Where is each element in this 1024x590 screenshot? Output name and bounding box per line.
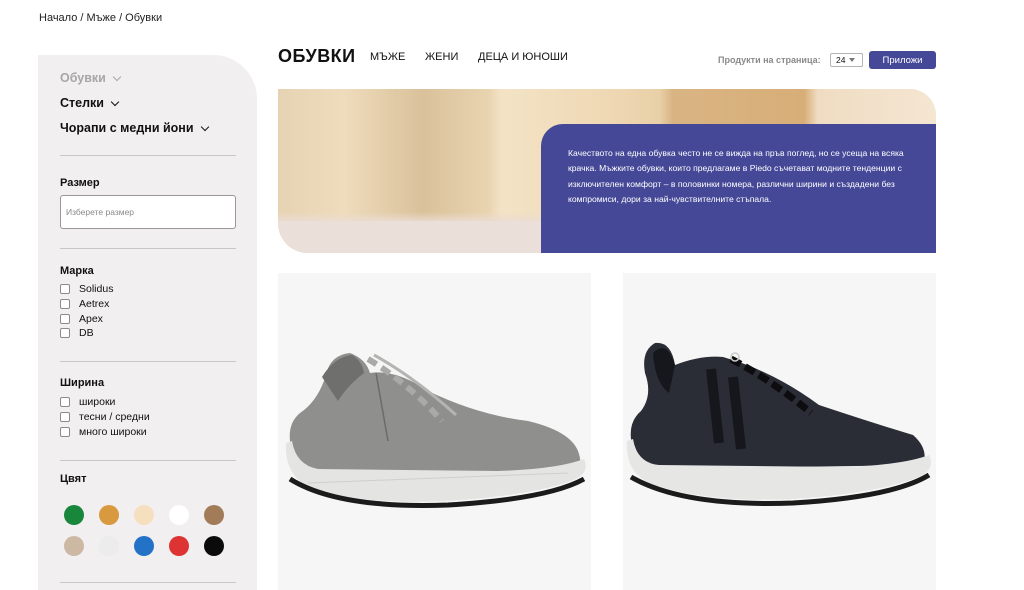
product-image-grey-sneaker: [285, 353, 586, 508]
category-socks[interactable]: Чорапи с медни йони: [60, 121, 209, 135]
brand-option-db[interactable]: DB: [60, 327, 94, 339]
product-image-black-sneaker: [626, 342, 931, 506]
chevron-down-icon: [200, 122, 209, 131]
category-label: Обувки: [60, 71, 106, 85]
color-swatch[interactable]: [134, 536, 154, 556]
shoe-grey: [285, 353, 586, 508]
checkbox[interactable]: [60, 284, 70, 294]
checkbox[interactable]: [60, 299, 70, 309]
shoe-black: [626, 342, 931, 506]
checkbox[interactable]: [60, 314, 70, 324]
per-page-label: Продукти на страница:: [718, 55, 821, 65]
brand-option-aetrex[interactable]: Aetrex: [60, 298, 109, 310]
color-swatch[interactable]: [204, 505, 224, 525]
apply-button[interactable]: Приложи: [869, 51, 936, 69]
chevron-down-icon: [112, 72, 122, 81]
brand-option-solidus[interactable]: Solidus: [60, 283, 113, 295]
width-option-extra-wide[interactable]: много широки: [60, 426, 147, 438]
divider: [60, 361, 236, 362]
option-label: Aetrex: [79, 298, 110, 310]
option-label: Apex: [79, 313, 103, 325]
width-option-wide[interactable]: широки: [60, 396, 115, 408]
color-title: Цвят: [60, 473, 87, 485]
color-swatch[interactable]: [64, 505, 84, 525]
nav-women[interactable]: ЖЕНИ: [425, 51, 458, 63]
page-title: ОБУВКИ: [278, 46, 356, 66]
category-insoles[interactable]: Стелки: [60, 96, 120, 110]
hero-text: Качеството на една обувка често не се ви…: [568, 148, 904, 205]
color-swatch[interactable]: [169, 505, 189, 525]
color-swatch[interactable]: [134, 505, 154, 525]
hero-banner: Качеството на една обувка често не се ви…: [278, 89, 936, 253]
color-swatch[interactable]: [204, 536, 224, 556]
checkbox[interactable]: [60, 397, 70, 407]
per-page-value: 24: [836, 55, 846, 65]
divider: [60, 248, 236, 249]
color-swatch[interactable]: [64, 536, 84, 556]
option-label: много широки: [79, 426, 147, 438]
width-option-narrow-medium[interactable]: тесни / средни: [60, 411, 150, 423]
nav-men[interactable]: МЪЖЕ: [370, 51, 405, 63]
filter-sidebar: Обувки Стелки Чорапи с медни йони Размер…: [38, 55, 257, 590]
checkbox[interactable]: [60, 427, 70, 437]
product-card[interactable]: [278, 273, 591, 590]
caret-down-icon: [849, 58, 856, 62]
breadcrumb[interactable]: Начало / Мъже / Обувки: [39, 12, 162, 24]
product-card[interactable]: [623, 273, 936, 590]
width-title: Ширина: [60, 377, 105, 389]
brand-option-apex[interactable]: Apex: [60, 313, 103, 325]
option-label: DB: [79, 327, 94, 339]
option-label: широки: [79, 396, 116, 408]
divider: [60, 460, 236, 461]
option-label: Solidus: [79, 283, 114, 295]
size-title: Размер: [60, 177, 100, 189]
category-label: Стелки: [60, 96, 104, 110]
divider: [60, 155, 236, 156]
brand-title: Марка: [60, 265, 94, 277]
per-page-select[interactable]: 24: [830, 53, 863, 67]
checkbox[interactable]: [60, 328, 70, 338]
chevron-down-icon: [110, 97, 120, 106]
size-input[interactable]: [60, 195, 236, 229]
color-swatch[interactable]: [99, 536, 119, 556]
color-swatch[interactable]: [169, 536, 189, 556]
category-shoes[interactable]: Обувки: [60, 71, 122, 85]
option-label: тесни / средни: [79, 411, 150, 423]
hero-text-card: Качеството на една обувка често не се ви…: [541, 124, 936, 253]
checkbox[interactable]: [60, 412, 70, 422]
color-swatch[interactable]: [99, 505, 119, 525]
category-label: Чорапи с медни йони: [60, 121, 194, 135]
nav-kids[interactable]: ДЕЦА И ЮНОШИ: [478, 51, 568, 63]
divider: [60, 582, 236, 583]
